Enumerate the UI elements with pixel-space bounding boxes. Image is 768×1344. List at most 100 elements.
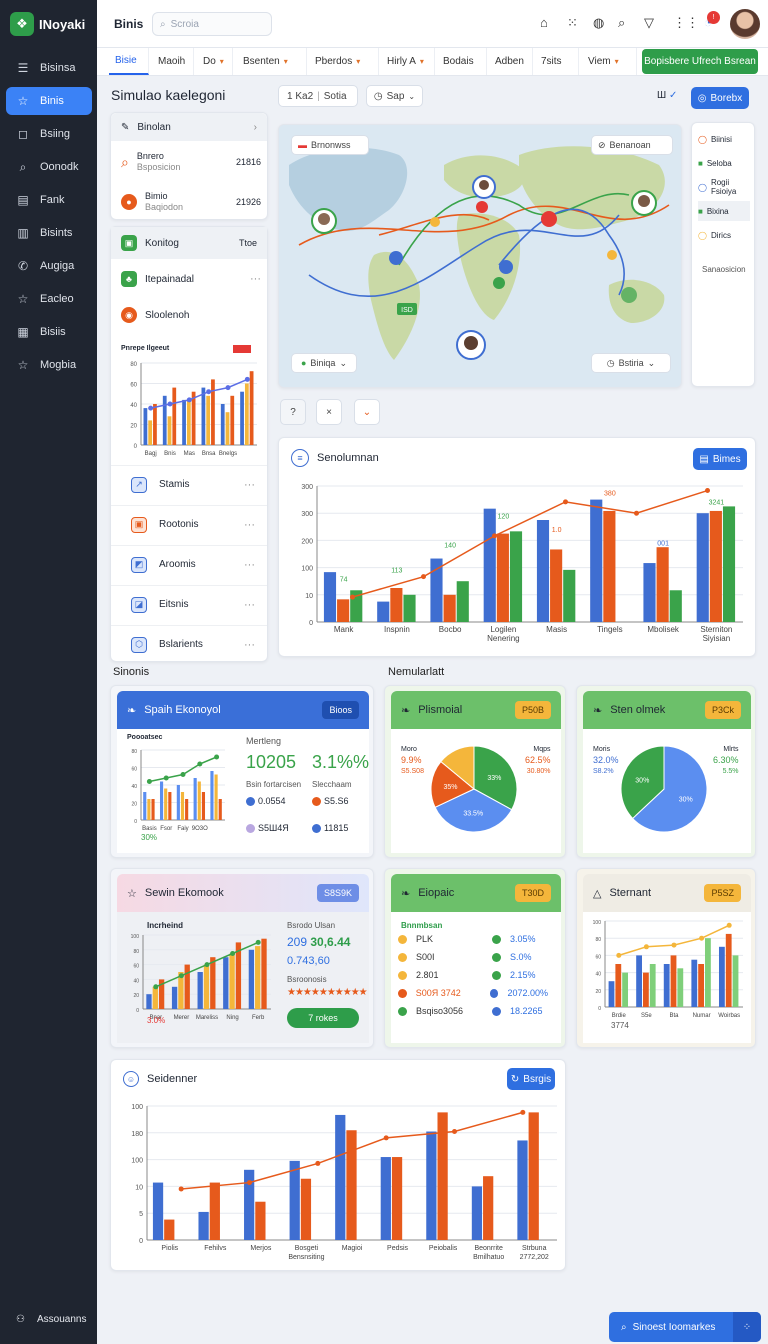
borebx-button[interactable]: ◎ Borebx [691,87,749,109]
kpi-card-ekomook[interactable]: ☆ Sewin Ekomook S8S9K Incrheind 0 20 40 60 80… [110,868,374,1048]
sidebar-item-6[interactable]: ▥ Bisints [6,219,92,247]
bottom-search-bar[interactable]: ⌕ Sinoest Ioomarkes ⁘ [609,1312,761,1342]
more-icon[interactable]: ··· [244,639,255,651]
bar [483,508,496,622]
list-item[interactable]: ◪ Eitsnis ··· [111,585,267,623]
list-item[interactable]: ↗ Stamis ··· [111,465,267,503]
sidebar-item-8[interactable]: ☆ Eacleo [6,285,92,313]
item-value: 21926 [235,197,261,207]
filter-item[interactable]: ◯ Dirics [698,225,750,245]
map-chip-bottom-right[interactable]: ◷ Bstiria ⌄ [591,353,671,373]
close-button[interactable]: × [316,399,342,425]
sidebar-item-4[interactable]: ⌕ Oonodk [6,153,92,181]
view-toggle[interactable]: Ш ✓ [657,90,677,101]
kpi-badge[interactable]: S8S9K [316,884,359,902]
filter-item[interactable]: ◯ Biinisi [698,129,750,149]
tab-10[interactable]: Viem ▾ [582,48,637,75]
konitog-row[interactable]: ▣ Konitog Ttoe [111,227,267,259]
apps-icon[interactable]: ⋮⋮ [673,15,699,31]
main-chart-button[interactable]: ▤ Bimes [693,448,747,470]
sidebar-item-3[interactable]: ◻ Bsiing [6,120,92,148]
kpi-card-pie-2[interactable]: ❧ Sten olmek P3Ck Moris 32.0% S8.2% Mlrts 6.… [576,685,756,858]
expand-button[interactable]: ⌄ [354,399,380,425]
x-tick-label: Peiobalis [429,1245,458,1252]
more-icon[interactable]: ··· [250,273,261,285]
tab-6[interactable]: Hirly A ▾ [381,48,435,75]
list-item[interactable]: ⌕ Bnrero Bsposicion 21816 [121,151,261,173]
kpi-card-sternant[interactable]: △ Sternant P5SZ 0 20 40 60 80 100 Brdie S5e Bta Nu… [576,868,756,1048]
grid-icon[interactable]: ⁙ [567,15,578,31]
brand-logo[interactable]: ❖ INoyaki [10,12,85,36]
kpi-badge[interactable]: T30D [514,884,551,902]
y-tick-label: 40 [131,784,137,790]
list-item[interactable]: ● Bimio Baqiodon 21926 [121,191,261,213]
tab-4[interactable]: Bsenten ▾ [237,48,307,75]
filter-item[interactable]: ■ Bixina [698,201,750,221]
range-chip[interactable]: 1 Ka2 | Sotia [278,85,358,107]
list-item[interactable]: ♣ Itepainadal ··· [121,271,261,287]
search-icon[interactable]: ⌕ [618,15,625,31]
binolan-row[interactable]: ✎ Binolan › [111,113,267,141]
bar [337,599,350,622]
more-icon[interactable]: ··· [244,479,255,491]
kpi-card-economy[interactable]: ❧ Spaih Ekonoyol Bioos Poooatsec 0 20 40 60 8… [110,685,374,858]
konitog-value: Ttoe [238,238,257,248]
sidebar-item-1[interactable]: ☰ Bisinsa [6,54,92,82]
filter-item[interactable]: ■ Seloba [698,153,750,173]
bottom-chart-button[interactable]: ↻ Bsrgis [507,1068,555,1090]
main-chart-header: ≡ Senolumnan [291,449,379,467]
kpi-badge[interactable]: Bioos [322,701,359,719]
sidebar-item-10[interactable]: ☆ Mogbia [6,351,92,379]
rating-stars: ★★★★★★★★★★ [287,987,368,998]
tab-3[interactable]: Do ▾ [197,48,233,75]
bar [430,558,443,622]
bar [608,981,615,1007]
filter-item[interactable]: ◯ Rogii Fsioiya [698,177,750,197]
list-item[interactable]: ◩ Aroomis ··· [111,545,267,583]
avatar[interactable] [730,9,760,39]
sidebar-item-label: Binis [40,95,64,107]
kpi-badge[interactable]: P50B [514,701,551,719]
sidebar-item-2[interactable]: ☆ Binis [6,87,92,115]
rokes-button[interactable]: 7 rokes [287,1008,359,1028]
list-item[interactable]: ⬡ Bslarients ··· [111,625,267,663]
primary-action-button[interactable]: Bopisbere Ufrech Bsrean [642,49,758,74]
sidebar-item-9[interactable]: ▦ Bisiis [6,318,92,346]
more-icon[interactable]: ··· [244,599,255,611]
kpi-card-pie-1[interactable]: ❧ Plismoial P50B Moro 9.9% S5.S08 Mqps 62.5%… [384,685,566,858]
more-icon[interactable]: ··· [244,559,255,571]
home-icon[interactable]: ⌂ [540,15,548,30]
kpi-list-label: 2.801 [416,970,439,980]
tab-8[interactable]: Adben [489,48,533,75]
bar [255,1201,266,1240]
tab-9[interactable]: 7sits [535,48,579,75]
sidebar-footer[interactable]: ⚇ Assouanns [16,1314,86,1325]
list-item-icon: ◩ [131,556,147,573]
map-chip-top-right[interactable]: ⊘ Benanoan [591,135,673,155]
tab-1[interactable]: Bisie [109,48,149,75]
list-item[interactable]: ▣ Rootonis ··· [111,505,267,543]
sap-dropdown[interactable]: ◷ Sap ⌄ [366,85,423,107]
tab-7[interactable]: Bodais [437,48,487,75]
item-sub: Baqiodon [145,202,184,212]
kpi-badge[interactable]: P5SZ [704,884,741,902]
tab-2[interactable]: Maoih [152,48,194,75]
filter-label: Biinisi [710,134,732,144]
map-chip-top-left[interactable]: ▬ Brnonwss [291,135,369,155]
kpi-badge[interactable]: P3Ck [704,701,741,719]
bottom-bar-label: Sinoest Ioomarkes [632,1321,716,1333]
world-map[interactable]: ISD ▬ Brnonwss ⊘ Benanoan ● Biniqa ⌄ ◷ Bstiri… [278,124,682,388]
sidebar-item-5[interactable]: ▤ Fank [6,186,92,214]
map-chip-bottom-left[interactable]: ● Biniqa ⌄ [291,353,357,373]
help-button[interactable]: ? [280,399,306,425]
sidebar-item-label: Bsiing [40,128,70,140]
globe-icon[interactable]: ◍ [593,15,604,31]
search-input[interactable]: ⌕ Scroia [152,12,272,36]
bar [725,933,732,1007]
filter-icon[interactable]: ▽ [644,15,654,31]
grid-icon[interactable]: ⁘ [733,1312,761,1342]
list-item[interactable]: ◉ Sloolenoh [121,307,261,323]
sidebar-item-7[interactable]: ✆ Augiga [6,252,92,280]
tab-5[interactable]: Pberdos ▾ [309,48,379,75]
more-icon[interactable]: ··· [244,519,255,531]
